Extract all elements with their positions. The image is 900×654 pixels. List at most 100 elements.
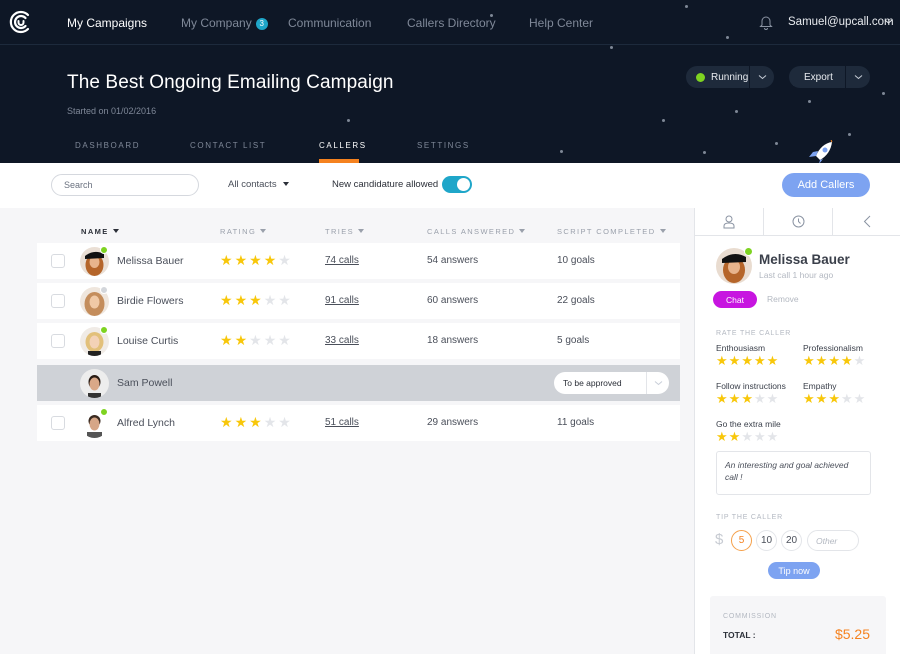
star-filled-icon[interactable]: ★ (729, 392, 741, 405)
column-header-calls-answered[interactable]: CALLS ANSWERED (427, 227, 526, 236)
star-filled-icon[interactable]: ★ (220, 415, 233, 429)
tab-settings[interactable]: SETTINGS (417, 141, 470, 150)
column-header-tries[interactable]: TRIES (325, 227, 365, 236)
star-empty-icon[interactable]: ★ (767, 430, 779, 443)
contacts-filter-dropdown[interactable]: All contacts (228, 179, 289, 190)
tab-contact-list[interactable]: CONTACT LIST (190, 141, 266, 150)
tries-link[interactable]: 74 calls (325, 255, 359, 266)
star-filled-icon[interactable]: ★ (741, 354, 753, 367)
tip-option-20[interactable]: 20 (781, 530, 802, 551)
star-empty-icon[interactable]: ★ (854, 392, 866, 405)
star-empty-icon[interactable]: ★ (264, 415, 277, 429)
star-empty-icon[interactable]: ★ (767, 392, 779, 405)
star-filled-icon[interactable]: ★ (841, 354, 853, 367)
row-checkbox[interactable] (51, 334, 65, 348)
criterion-stars[interactable]: ★ ★ ★ ★ ★ (803, 392, 865, 405)
star-empty-icon[interactable]: ★ (278, 333, 291, 347)
star-empty-icon[interactable]: ★ (264, 333, 277, 347)
star-empty-icon[interactable]: ★ (741, 430, 753, 443)
star-filled-icon[interactable]: ★ (729, 430, 741, 443)
table-row[interactable]: Alfred Lynch ★ ★ ★ ★ ★ 51 calls 29 answers 11 go… (37, 405, 680, 441)
star-filled-icon[interactable]: ★ (716, 430, 728, 443)
nav-my-company[interactable]: My Company 3 (181, 16, 268, 30)
star-filled-icon[interactable]: ★ (220, 333, 233, 347)
star-filled-icon[interactable]: ★ (235, 253, 248, 267)
panel-tab-profile[interactable] (695, 208, 764, 235)
star-empty-icon[interactable]: ★ (278, 253, 291, 267)
add-callers-button[interactable]: Add Callers (782, 173, 870, 197)
approval-status-dropdown[interactable]: To be approved (554, 372, 669, 394)
chevron-down-icon[interactable] (647, 380, 669, 386)
nav-help-center[interactable]: Help Center (529, 16, 593, 30)
star-filled-icon[interactable]: ★ (803, 354, 815, 367)
star-empty-icon[interactable]: ★ (841, 392, 853, 405)
star-filled-icon[interactable]: ★ (828, 392, 840, 405)
star-filled-icon[interactable]: ★ (767, 354, 779, 367)
tab-callers[interactable]: CALLERS (319, 141, 367, 150)
star-filled-icon[interactable]: ★ (235, 415, 248, 429)
upcall-logo-icon[interactable] (9, 10, 33, 34)
criterion-stars[interactable]: ★ ★ ★ ★ ★ (716, 392, 786, 405)
user-menu[interactable]: Samuel@upcall.com (788, 16, 894, 28)
star-filled-icon[interactable]: ★ (264, 253, 277, 267)
caller-name[interactable]: Alfred Lynch (117, 417, 175, 429)
star-empty-icon[interactable]: ★ (754, 430, 766, 443)
caller-name[interactable]: Birdie Flowers (117, 295, 184, 307)
chevron-down-icon[interactable] (884, 18, 893, 25)
row-checkbox[interactable] (51, 294, 65, 308)
criterion-stars[interactable]: ★ ★ ★ ★ ★ (716, 430, 781, 443)
table-row[interactable]: Sam Powell To be approved (37, 365, 680, 401)
star-empty-icon[interactable]: ★ (249, 333, 262, 347)
star-filled-icon[interactable]: ★ (828, 354, 840, 367)
star-empty-icon[interactable]: ★ (264, 293, 277, 307)
caller-name[interactable]: Louise Curtis (117, 335, 178, 347)
tries-link[interactable]: 51 calls (325, 417, 359, 428)
star-filled-icon[interactable]: ★ (716, 354, 728, 367)
star-filled-icon[interactable]: ★ (816, 392, 828, 405)
nav-communication[interactable]: Communication (288, 16, 371, 30)
export-button[interactable]: Export (789, 66, 845, 88)
table-row[interactable]: Melissa Bauer ★ ★ ★ ★ ★ 74 calls 54 answers 10 g… (37, 243, 680, 279)
star-filled-icon[interactable]: ★ (803, 392, 815, 405)
export-dropdown[interactable]: Export (789, 66, 870, 88)
criterion-stars[interactable]: ★ ★ ★ ★ ★ (803, 354, 865, 367)
export-chevron-down-icon[interactable] (846, 66, 870, 88)
star-filled-icon[interactable]: ★ (754, 354, 766, 367)
caller-name[interactable]: Melissa Bauer (117, 255, 184, 267)
tip-option-10[interactable]: 10 (756, 530, 777, 551)
bell-icon[interactable] (759, 14, 773, 30)
star-filled-icon[interactable]: ★ (235, 333, 248, 347)
star-filled-icon[interactable]: ★ (816, 354, 828, 367)
new-candidature-toggle[interactable] (442, 176, 472, 193)
tries-link[interactable]: 33 calls (325, 335, 359, 346)
tab-dashboard[interactable]: DASHBOARD (75, 141, 140, 150)
star-filled-icon[interactable]: ★ (249, 253, 262, 267)
nav-my-campaigns[interactable]: My Campaigns (67, 16, 147, 30)
star-filled-icon[interactable]: ★ (716, 392, 728, 405)
search-input[interactable] (51, 174, 199, 196)
star-filled-icon[interactable]: ★ (220, 253, 233, 267)
star-empty-icon[interactable]: ★ (278, 415, 291, 429)
status-dropdown[interactable]: Running (686, 66, 774, 88)
row-checkbox[interactable] (51, 254, 65, 268)
star-empty-icon[interactable]: ★ (754, 392, 766, 405)
tip-other-input[interactable] (807, 530, 859, 551)
panel-tab-history[interactable] (764, 208, 833, 235)
tries-link[interactable]: 91 calls (325, 295, 359, 306)
star-filled-icon[interactable]: ★ (729, 354, 741, 367)
star-empty-icon[interactable]: ★ (854, 354, 866, 367)
status-chevron-down-icon[interactable] (750, 66, 774, 88)
row-checkbox[interactable] (51, 416, 65, 430)
star-filled-icon[interactable]: ★ (249, 293, 262, 307)
star-filled-icon[interactable]: ★ (249, 415, 262, 429)
table-row[interactable]: Birdie Flowers ★ ★ ★ ★ ★ 91 calls 60 answers 22 … (37, 283, 680, 319)
nav-callers-directory[interactable]: Callers Directory (407, 16, 496, 30)
column-header-rating[interactable]: RATING (220, 227, 267, 236)
chat-button[interactable]: Chat (713, 291, 757, 308)
star-filled-icon[interactable]: ★ (741, 392, 753, 405)
star-filled-icon[interactable]: ★ (235, 293, 248, 307)
table-row[interactable]: Louise Curtis ★ ★ ★ ★ ★ 33 calls 18 answers 5 go… (37, 323, 680, 359)
status-button[interactable]: Running (686, 66, 749, 88)
tip-option-5[interactable]: 5 (731, 530, 752, 551)
column-header-name[interactable]: NAME (81, 227, 119, 236)
